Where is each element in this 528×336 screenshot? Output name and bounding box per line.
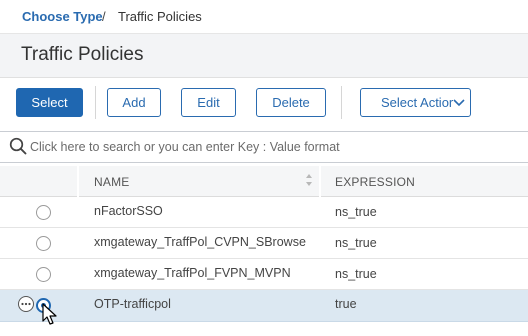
table-row-selected[interactable]: [0, 290, 528, 322]
sort-icon[interactable]: [305, 172, 313, 188]
row-expression: ns_true: [335, 267, 377, 281]
row-radio[interactable]: [36, 267, 51, 282]
row-name: xmgateway_TraffPol_CVPN_SBrowse: [94, 235, 306, 249]
column-header-expression[interactable]: EXPRESSION: [335, 175, 415, 189]
breadcrumb-current: Traffic Policies: [118, 9, 202, 24]
table-row[interactable]: [0, 197, 528, 228]
toolbar-divider: [95, 86, 96, 119]
ellipsis-icon: [21, 302, 31, 306]
page-title: Traffic Policies: [21, 44, 144, 65]
toolbar-divider: [341, 86, 342, 119]
edit-button[interactable]: Edit: [181, 88, 236, 117]
select-button[interactable]: Select: [16, 88, 83, 117]
delete-button[interactable]: Delete: [256, 88, 326, 117]
table-header: [0, 166, 528, 197]
more-options-icon[interactable]: [18, 296, 34, 312]
select-action-dropdown[interactable]: Select Actior: [360, 88, 471, 117]
row-name: xmgateway_TraffPol_FVPN_MVPN: [94, 266, 291, 280]
breadcrumb-choose-type-link[interactable]: Choose Type: [22, 9, 103, 24]
column-divider: [77, 166, 79, 197]
row-radio[interactable]: [36, 205, 51, 220]
search-icon: [9, 137, 27, 155]
breadcrumb-separator: /: [102, 9, 106, 24]
row-name: OTP-trafficpol: [94, 297, 171, 311]
row-expression: ns_true: [335, 205, 377, 219]
column-header-name[interactable]: NAME: [94, 175, 129, 189]
mouse-cursor-icon: [42, 303, 57, 325]
row-name: nFactorSSO: [94, 204, 163, 218]
row-expression: true: [335, 297, 357, 311]
add-button[interactable]: Add: [107, 88, 161, 117]
row-expression: ns_true: [335, 236, 377, 250]
select-action-label: Select Actior: [381, 95, 454, 110]
search-input[interactable]: [30, 138, 510, 156]
chevron-down-icon: [453, 99, 465, 107]
row-radio[interactable]: [36, 236, 51, 251]
column-divider: [319, 166, 321, 197]
